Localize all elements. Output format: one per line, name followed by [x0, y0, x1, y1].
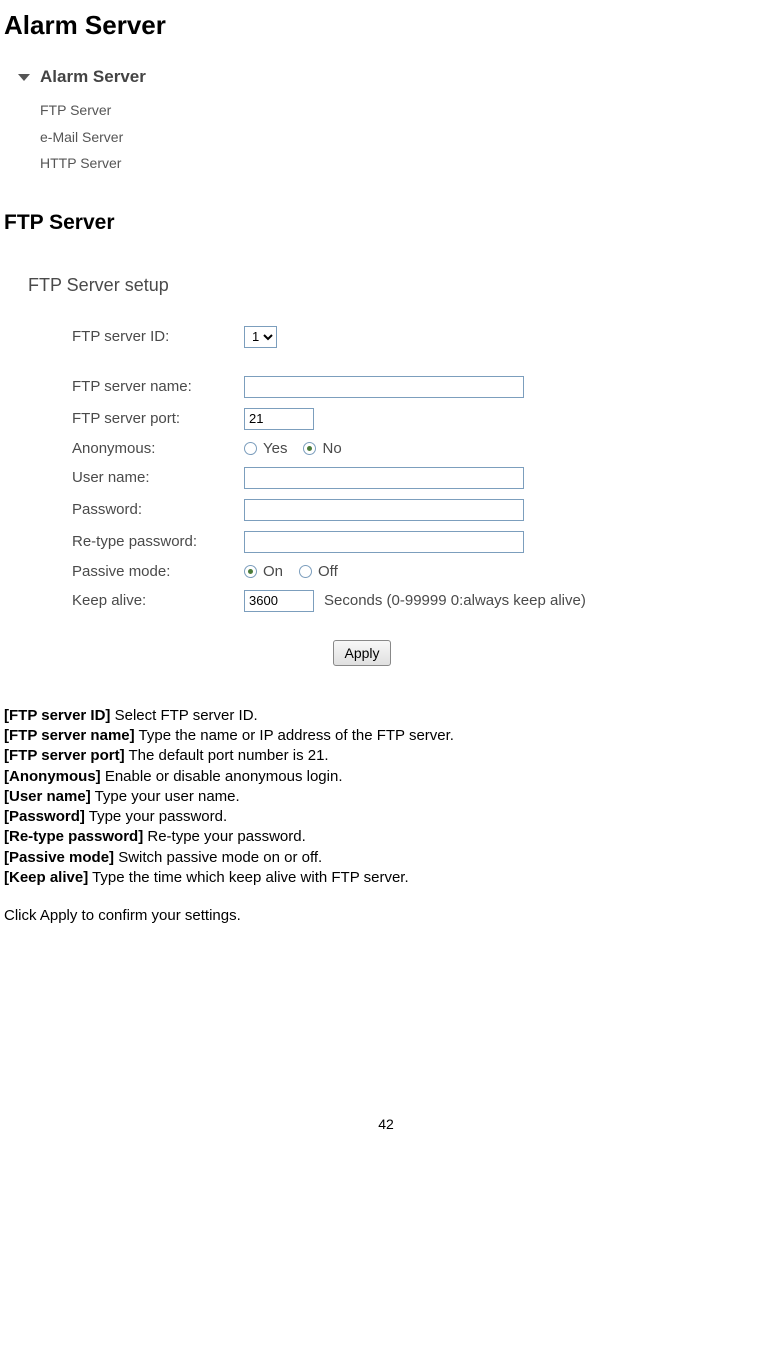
input-user-name[interactable]	[244, 467, 524, 489]
radio-label-no: No	[322, 440, 341, 457]
button-row: Apply	[72, 640, 772, 666]
nav-block: Alarm Server FTP Server e-Mail Server HT…	[18, 67, 772, 177]
nav-title-label: Alarm Server	[40, 67, 146, 87]
label-anonymous: Anonymous:	[72, 440, 244, 457]
heading-alarm-server: Alarm Server	[4, 10, 772, 41]
radio-anonymous-yes[interactable]	[244, 442, 257, 455]
nav-items: FTP Server e-Mail Server HTTP Server	[40, 97, 772, 177]
row-passive: Passive mode: On Off	[72, 563, 772, 580]
desc-server-name: [FTP server name] Type the name or IP ad…	[4, 726, 772, 746]
row-user-name: User name:	[72, 467, 772, 489]
nav-item-http: HTTP Server	[40, 150, 772, 177]
desc-server-port: [FTP server port] The default port numbe…	[4, 746, 772, 766]
keep-alive-suffix: Seconds (0-99999 0:always keep alive)	[324, 592, 586, 609]
label-keep-alive: Keep alive:	[72, 592, 244, 609]
nav-item-ftp: FTP Server	[40, 97, 772, 124]
apply-button[interactable]: Apply	[333, 640, 390, 666]
input-server-port[interactable]	[244, 408, 314, 430]
page-number: 42	[0, 1116, 772, 1142]
desc-password: [Password] Type your password.	[4, 807, 772, 827]
label-passive: Passive mode:	[72, 563, 244, 580]
radio-label-on: On	[263, 563, 283, 580]
click-apply-line: Click Apply to confirm your settings.	[4, 906, 772, 926]
nav-title-row: Alarm Server	[18, 67, 772, 87]
desc-anonymous: [Anonymous] Enable or disable anonymous …	[4, 767, 772, 787]
desc-keep-alive: [Keep alive] Type the time which keep al…	[4, 868, 772, 888]
label-server-name: FTP server name:	[72, 378, 244, 395]
desc-passive: [Passive mode] Switch passive mode on or…	[4, 848, 772, 868]
input-retype[interactable]	[244, 531, 524, 553]
desc-retype: [Re-type password] Re-type your password…	[4, 827, 772, 847]
label-password: Password:	[72, 501, 244, 518]
select-server-id[interactable]: 1	[244, 326, 277, 348]
row-server-port: FTP server port:	[72, 408, 772, 430]
desc-user-name: [User name] Type your user name.	[4, 787, 772, 807]
row-password: Password:	[72, 499, 772, 521]
input-password[interactable]	[244, 499, 524, 521]
desc-server-id: [FTP server ID] Select FTP server ID.	[4, 706, 772, 726]
row-server-name: FTP server name:	[72, 376, 772, 398]
radio-anonymous-no[interactable]	[303, 442, 316, 455]
ftp-setup-panel: FTP Server setup FTP server ID: 1 FTP se…	[28, 275, 772, 666]
label-server-id: FTP server ID:	[72, 328, 244, 345]
input-keep-alive[interactable]	[244, 590, 314, 612]
nav-item-email: e-Mail Server	[40, 124, 772, 151]
radio-label-yes: Yes	[263, 440, 287, 457]
label-user-name: User name:	[72, 469, 244, 486]
radio-label-off: Off	[318, 563, 338, 580]
description-block: [FTP server ID] Select FTP server ID. [F…	[4, 706, 772, 927]
row-keep-alive: Keep alive: Seconds (0-99999 0:always ke…	[72, 590, 772, 612]
row-server-id: FTP server ID: 1	[72, 326, 772, 348]
chevron-down-icon	[18, 74, 30, 81]
ftp-setup-title: FTP Server setup	[28, 275, 772, 296]
input-server-name[interactable]	[244, 376, 524, 398]
heading-ftp-server: FTP Server	[4, 211, 772, 235]
label-server-port: FTP server port:	[72, 410, 244, 427]
radio-passive-on[interactable]	[244, 565, 257, 578]
radio-passive-off[interactable]	[299, 565, 312, 578]
label-retype: Re-type password:	[72, 533, 244, 550]
row-retype: Re-type password:	[72, 531, 772, 553]
form-area: FTP server ID: 1 FTP server name: FTP se…	[72, 326, 772, 666]
row-anonymous: Anonymous: Yes No	[72, 440, 772, 457]
